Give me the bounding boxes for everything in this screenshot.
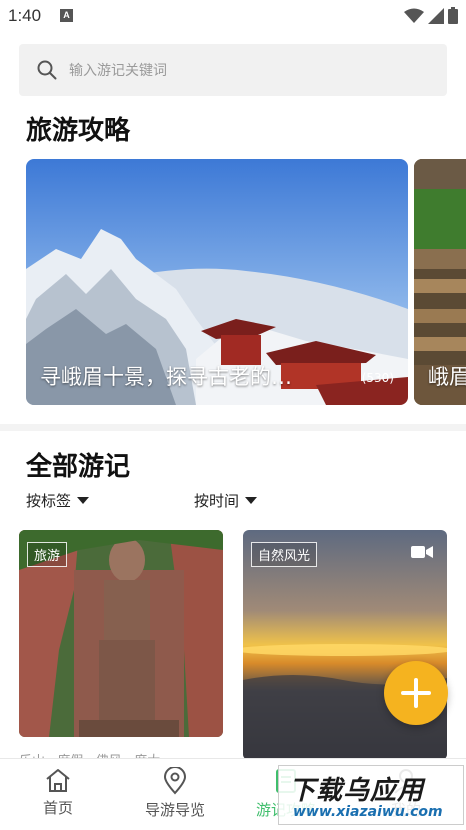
video-icon [411, 546, 433, 558]
note-card[interactable]: 自然风光 [243, 530, 447, 760]
guide-card-caption: 峨眉 [428, 365, 466, 389]
status-icons [404, 7, 458, 24]
note-card[interactable]: 旅游 [19, 530, 223, 737]
filter-by-tag-dropdown[interactable]: 按标签 [26, 490, 90, 511]
battery-icon [448, 7, 458, 24]
guide-card[interactable]: 峨眉 [414, 159, 466, 405]
section-title-notes: 全部游记 [26, 452, 131, 482]
guide-card-count: (530) [361, 371, 394, 385]
section-divider [0, 424, 466, 431]
signal-icon [428, 7, 444, 24]
watermark-url: www.xiazaiwu.com [293, 804, 443, 820]
watermark-text: 下载乌应用 [289, 776, 425, 806]
location-pin-icon [163, 767, 187, 795]
tab-guide-tour[interactable]: 导游导览 [125, 767, 225, 820]
add-note-button[interactable] [384, 661, 448, 725]
filter-tag-label: 按标签 [26, 492, 72, 510]
filter-time-label: 按时间 [194, 492, 240, 510]
search-placeholder: 输入游记关键词 [69, 63, 167, 79]
guide-card-caption: 寻峨眉十景，探寻古老的… [40, 365, 292, 389]
tab-label: 首页 [42, 799, 73, 817]
note-tag: 自然风光 [251, 542, 318, 567]
wifi-icon [404, 8, 424, 23]
home-icon [46, 769, 70, 792]
search-icon [37, 60, 57, 80]
watermark: 下载乌应用 www.xiazaiwu.com [278, 765, 464, 825]
guide-card[interactable]: 寻峨眉十景，探寻古老的… (530) [26, 159, 408, 405]
tab-home[interactable]: 首页 [8, 767, 108, 818]
status-time: 1:40 [8, 6, 42, 25]
search-input[interactable]: 输入游记关键词 [19, 44, 447, 96]
filter-by-time-dropdown[interactable]: 按时间 [194, 490, 258, 511]
caret-down-icon [77, 497, 90, 504]
notification-icon: A [60, 9, 73, 22]
note-tag: 旅游 [27, 542, 68, 567]
tab-label: 导游导览 [144, 801, 205, 819]
section-title-guides: 旅游攻略 [26, 116, 131, 146]
status-bar: 1:40 A [0, 0, 466, 34]
caret-down-icon [245, 497, 258, 504]
